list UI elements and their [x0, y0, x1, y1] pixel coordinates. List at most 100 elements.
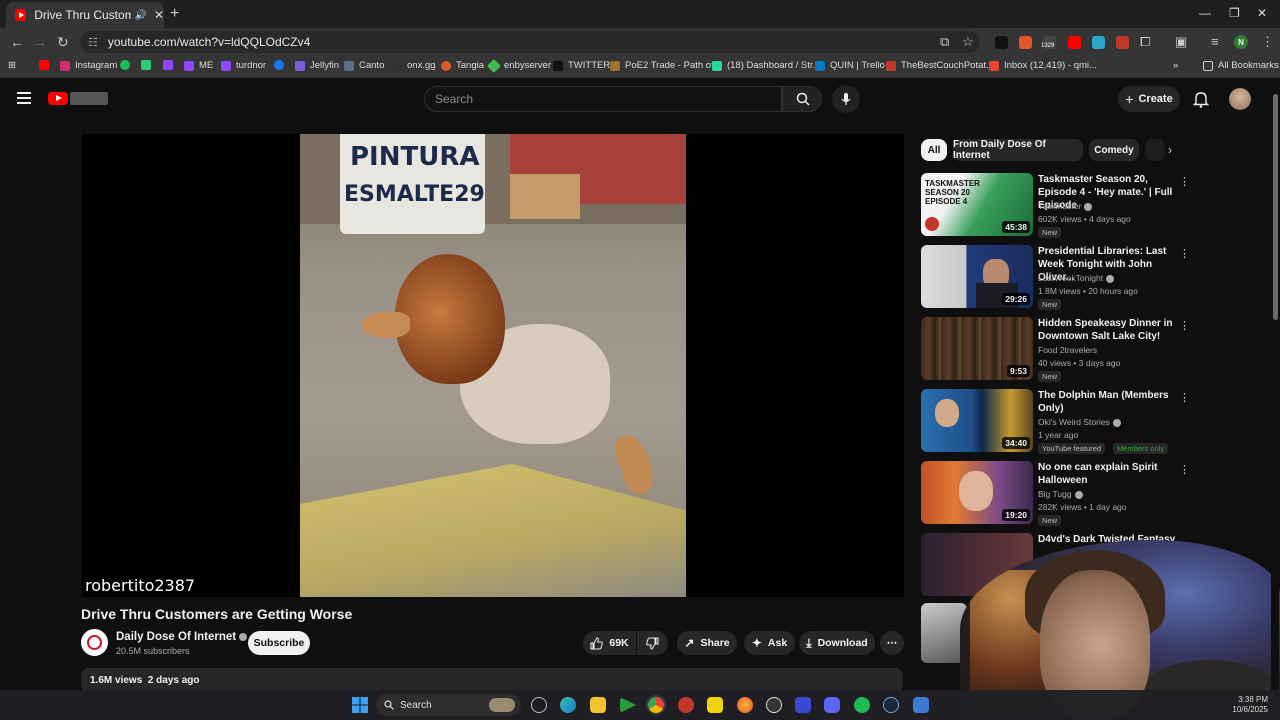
chip-comedy[interactable]: Comedy	[1089, 139, 1139, 161]
video-thumbnail[interactable]: 29:26	[921, 245, 1033, 308]
youtube-wordmark[interactable]	[70, 92, 108, 105]
bookmark-item[interactable]: QUIN | Trello	[815, 60, 885, 71]
sticky-notes-icon[interactable]	[707, 697, 723, 713]
recommendation-channel[interactable]: Food 2travelers	[1038, 345, 1097, 355]
search-button[interactable]	[782, 86, 822, 112]
app-icon[interactable]	[795, 697, 811, 713]
site-info-icon[interactable]: ☷	[88, 36, 98, 49]
notepad-icon[interactable]	[913, 697, 929, 713]
apps-grid-icon[interactable]: ⊞	[8, 60, 16, 71]
bookmark-item[interactable]	[274, 60, 289, 70]
install-app-icon[interactable]: ⧉	[940, 34, 949, 50]
kebab-menu-icon[interactable]: ⋮	[1179, 247, 1190, 260]
minimize-button[interactable]: —	[1199, 6, 1211, 20]
recommendation-item[interactable]: 9:53 Hidden Speakeasy Dinner in Downtown…	[921, 317, 1191, 383]
recommendation-title[interactable]: The Dolphin Man (Members Only)	[1038, 389, 1178, 415]
account-avatar[interactable]	[1229, 88, 1251, 110]
extension-icon[interactable]	[1092, 36, 1105, 49]
chip-all[interactable]: All	[921, 139, 947, 161]
reload-icon[interactable]: ↻	[57, 34, 69, 51]
video-thumbnail[interactable]: 19:20	[921, 461, 1033, 524]
browser-tab-active[interactable]: Drive Thru Customers are Getting Worse -…	[6, 2, 164, 28]
close-window-button[interactable]: ✕	[1257, 6, 1267, 20]
bookmark-item[interactable]: Tangia	[441, 60, 484, 71]
more-actions-button[interactable]: ⋯	[880, 631, 904, 655]
description-box[interactable]: 1.6M views 2 days ago	[81, 668, 903, 692]
system-clock[interactable]: 3:38 PM 10/6/2025	[1232, 695, 1268, 715]
recommendation-item[interactable]: 34:40 The Dolphin Man (Members Only) Oki…	[921, 389, 1191, 455]
share-button[interactable]: ↗ Share	[677, 631, 737, 655]
bookmark-item[interactable]	[39, 60, 54, 70]
extension-youtube-icon[interactable]	[1068, 36, 1081, 49]
recommendation-title[interactable]: Hidden Speakeasy Dinner in Downtown Salt…	[1038, 317, 1178, 343]
app-icon[interactable]	[766, 697, 782, 713]
bookmark-item[interactable]	[120, 60, 135, 70]
bookmark-star-icon[interactable]: ☆	[962, 34, 974, 50]
recommendation-channel[interactable]: Oki's Weird Stories	[1038, 417, 1121, 427]
bookmark-item[interactable]: Instagram	[60, 60, 117, 71]
restore-button[interactable]: ❐	[1229, 6, 1240, 20]
bookmark-item[interactable]: turdnor	[221, 60, 266, 71]
file-explorer-icon[interactable]	[590, 697, 606, 713]
ask-button[interactable]: ✦ Ask	[744, 631, 795, 655]
search-input[interactable]: Search	[424, 86, 782, 112]
steam-icon[interactable]	[883, 697, 899, 713]
recommendation-channel[interactable]: Taskmaster	[1038, 201, 1093, 211]
back-arrow-icon[interactable]: ←	[10, 34, 24, 50]
extension-icon[interactable]	[1116, 36, 1129, 49]
video-player[interactable]: PINTURA ESMALTE29 robertito2387	[82, 134, 904, 597]
chip-from-channel[interactable]: From Daily Dose Of Internet	[953, 139, 1083, 161]
youtube-logo-icon[interactable]	[48, 92, 68, 105]
subscribe-button[interactable]: Subscribe	[248, 631, 310, 655]
copilot-icon[interactable]	[531, 697, 547, 713]
bookmark-item[interactable]: TWITTER	[553, 60, 610, 71]
notifications-bell-icon[interactable]	[1193, 90, 1209, 108]
more-menu-icon[interactable]: ⋮	[1261, 34, 1274, 50]
bookmark-item[interactable]: Jellyfin	[295, 60, 339, 71]
video-thumbnail[interactable]: 34:40	[921, 389, 1033, 452]
hamburger-menu-icon[interactable]	[17, 92, 31, 104]
chrome-icon[interactable]	[646, 695, 666, 715]
media-player-icon[interactable]	[620, 697, 636, 713]
kebab-menu-icon[interactable]: ⋮	[1179, 319, 1190, 332]
recommendation-channel[interactable]: Big Tugg	[1038, 489, 1083, 499]
bookmark-item[interactable]: Canto	[344, 60, 384, 71]
address-bar[interactable]: ☷ youtube.com/watch?v=ldQQLOdCZv4	[80, 31, 980, 53]
recommendation-item[interactable]: TASKMASTER SEASON 20 EPISODE 4 45:38 Taskm…	[921, 173, 1191, 239]
download-button[interactable]: ⤓ Download	[799, 631, 875, 655]
kebab-menu-icon[interactable]: ⋮	[1179, 463, 1190, 476]
voice-search-button[interactable]	[832, 85, 860, 113]
bookmark-item[interactable]: TheBestCouchPotat...	[886, 60, 994, 71]
close-tab-icon[interactable]: ✕	[154, 8, 164, 22]
taskbar-search[interactable]: Search	[376, 694, 521, 716]
edge-icon[interactable]	[560, 697, 576, 713]
new-tab-button[interactable]: +	[170, 5, 179, 23]
extension-k-icon[interactable]	[995, 36, 1008, 49]
windows-start-icon[interactable]	[352, 697, 368, 713]
forward-arrow-icon[interactable]: →	[33, 34, 47, 50]
bookmark-item[interactable]: PoE2 Trade - Path of...	[610, 60, 722, 71]
recommendation-item[interactable]: 29:26 Presidential Libraries: Last Week …	[921, 245, 1191, 311]
video-thumbnail[interactable]: 9:53	[921, 317, 1033, 380]
kebab-menu-icon[interactable]: ⋮	[1179, 175, 1190, 188]
scrollbar-thumb[interactable]	[1273, 94, 1278, 320]
bookmark-item[interactable]: (18) Dashboard / Str...	[712, 60, 820, 71]
discord-icon[interactable]	[824, 697, 840, 713]
kebab-menu-icon[interactable]: ⋮	[1179, 391, 1190, 404]
audio-playing-icon[interactable]: 🔊	[134, 10, 146, 21]
bookmark-item[interactable]	[141, 60, 156, 70]
recommendation-channel[interactable]: LastWeekTonight	[1038, 273, 1115, 283]
extensions-puzzle-icon[interactable]: ⧠	[1140, 34, 1150, 50]
profile-avatar[interactable]: N	[1234, 35, 1248, 49]
bookmark-item[interactable]: enbyserver	[486, 58, 551, 73]
media-control-icon[interactable]: ≡	[1211, 34, 1219, 49]
chevron-right-icon[interactable]: ›	[1168, 143, 1172, 157]
split-view-icon[interactable]: ▣	[1175, 34, 1187, 50]
recommendation-title[interactable]: No one can explain Spirit Halloween	[1038, 461, 1178, 487]
channel-name[interactable]: Daily Dose Of Internet	[116, 631, 248, 643]
dislike-button[interactable]	[637, 631, 668, 655]
bookmark-item[interactable]: ME	[184, 60, 213, 71]
app-icon[interactable]	[678, 697, 694, 713]
firefox-icon[interactable]	[737, 697, 753, 713]
bookmark-item[interactable]: Inbox (12,419) - qmi...	[989, 60, 1097, 71]
